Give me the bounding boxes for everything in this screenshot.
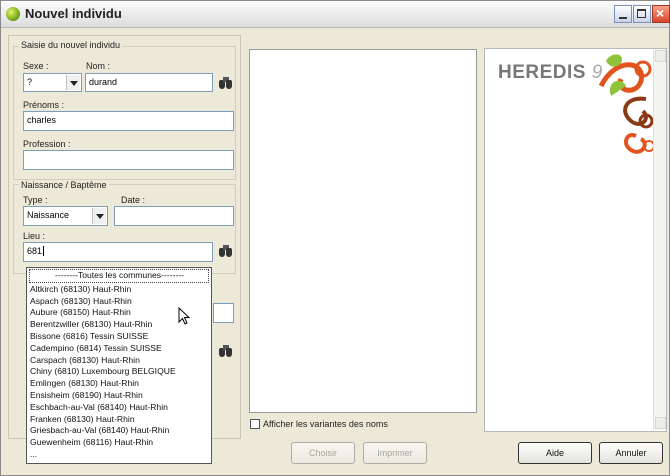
choisir-button[interactable]: Choisir xyxy=(291,442,355,464)
results-list-panel[interactable] xyxy=(249,49,477,413)
hidden-input-1[interactable] xyxy=(213,303,234,323)
all-communes-option[interactable]: --------Toutes les communes-------- xyxy=(29,269,209,283)
imprimer-button[interactable]: Imprimer xyxy=(363,442,427,464)
lieu-input[interactable]: 681 xyxy=(23,242,213,262)
place-option[interactable]: Cadempino (6814) Tessin SUISSE xyxy=(27,343,211,355)
search-name-binoculars-icon[interactable] xyxy=(219,77,233,89)
place-option[interactable]: Chiny (6810) Luxembourg BELGIQUE xyxy=(27,366,211,378)
place-option[interactable]: Guewenheim (68116) Haut-Rhin xyxy=(27,437,211,449)
date-input[interactable] xyxy=(114,206,234,226)
heredis-leaf-icon xyxy=(6,7,20,21)
title-bar[interactable]: Nouvel individu × xyxy=(1,1,670,28)
profession-label: Profession : xyxy=(23,139,71,149)
search-binoculars-icon[interactable] xyxy=(219,345,233,357)
close-button[interactable]: × xyxy=(652,5,670,23)
place-option[interactable]: Franken (68130) Haut-Rhin xyxy=(27,414,211,426)
heredis-logo: HEREDIS 9 xyxy=(498,62,603,84)
search-place-binoculars-icon[interactable] xyxy=(219,245,233,257)
aide-button[interactable]: Aide xyxy=(518,442,592,464)
date-label: Date : xyxy=(121,195,146,205)
scroll-down-button[interactable] xyxy=(655,417,666,429)
logo-text: HEREDIS xyxy=(498,62,586,83)
sexe-select[interactable]: ? xyxy=(23,73,82,92)
branding-scrollbar[interactable] xyxy=(653,49,666,430)
show-variants-checkbox[interactable] xyxy=(250,419,260,429)
minimize-button[interactable] xyxy=(614,5,632,23)
prenoms-input[interactable]: charles xyxy=(23,111,234,131)
close-icon: × xyxy=(656,5,665,21)
naissance-group-label: Naissance / Baptême xyxy=(19,180,109,190)
dialog-window: Nouvel individu × Saisie du nouvel indiv… xyxy=(0,0,670,476)
individual-group-label: Saisie du nouvel individu xyxy=(19,40,123,50)
lieu-label: Lieu : xyxy=(23,231,46,241)
scroll-up-button[interactable] xyxy=(655,50,666,62)
lieu-value: 681 xyxy=(27,246,43,256)
place-option[interactable]: Eschbach-au-Val (68140) Haut-Rhin xyxy=(27,402,211,414)
type-select[interactable]: Naissance xyxy=(23,206,108,226)
chevron-down-icon[interactable] xyxy=(66,75,80,90)
decorative-swirl-illustration xyxy=(598,54,655,154)
nom-input[interactable]: durand xyxy=(85,73,213,92)
place-option[interactable]: Carspach (68130) Haut-Rhin xyxy=(27,355,211,367)
sexe-label: Sexe : xyxy=(23,61,49,71)
place-autocomplete-list[interactable]: --------Toutes les communes-------- Altki… xyxy=(26,267,212,464)
place-option[interactable]: Emlingen (68130) Haut-Rhin xyxy=(27,378,211,390)
place-option[interactable]: Ensisheim (68190) Haut-Rhin xyxy=(27,390,211,402)
type-label: Type : xyxy=(23,195,48,205)
text-caret xyxy=(43,246,45,256)
maximize-button[interactable] xyxy=(633,5,651,23)
chevron-down-icon[interactable] xyxy=(92,208,106,224)
type-value: Naissance xyxy=(27,210,70,220)
show-variants-label[interactable]: Afficher les variantes des noms xyxy=(263,419,388,429)
prenoms-label: Prénoms : xyxy=(23,100,65,110)
place-option[interactable]: Aspach (68130) Haut-Rhin xyxy=(27,296,211,308)
mouse-pointer-icon xyxy=(178,306,191,325)
place-option[interactable]: Griesbach-au-Val (68140) Haut-Rhin xyxy=(27,425,211,437)
annuler-button[interactable]: Annuler xyxy=(599,442,663,464)
sexe-value: ? xyxy=(27,77,33,87)
profession-input[interactable] xyxy=(23,150,234,170)
nom-label: Nom : xyxy=(86,61,111,71)
place-option[interactable]: Altkirch (68130) Haut-Rhin xyxy=(27,284,211,296)
place-option[interactable]: ... xyxy=(27,449,211,461)
window-title: Nouvel individu xyxy=(25,6,122,21)
place-option[interactable]: Bissone (6816) Tessin SUISSE xyxy=(27,331,211,343)
